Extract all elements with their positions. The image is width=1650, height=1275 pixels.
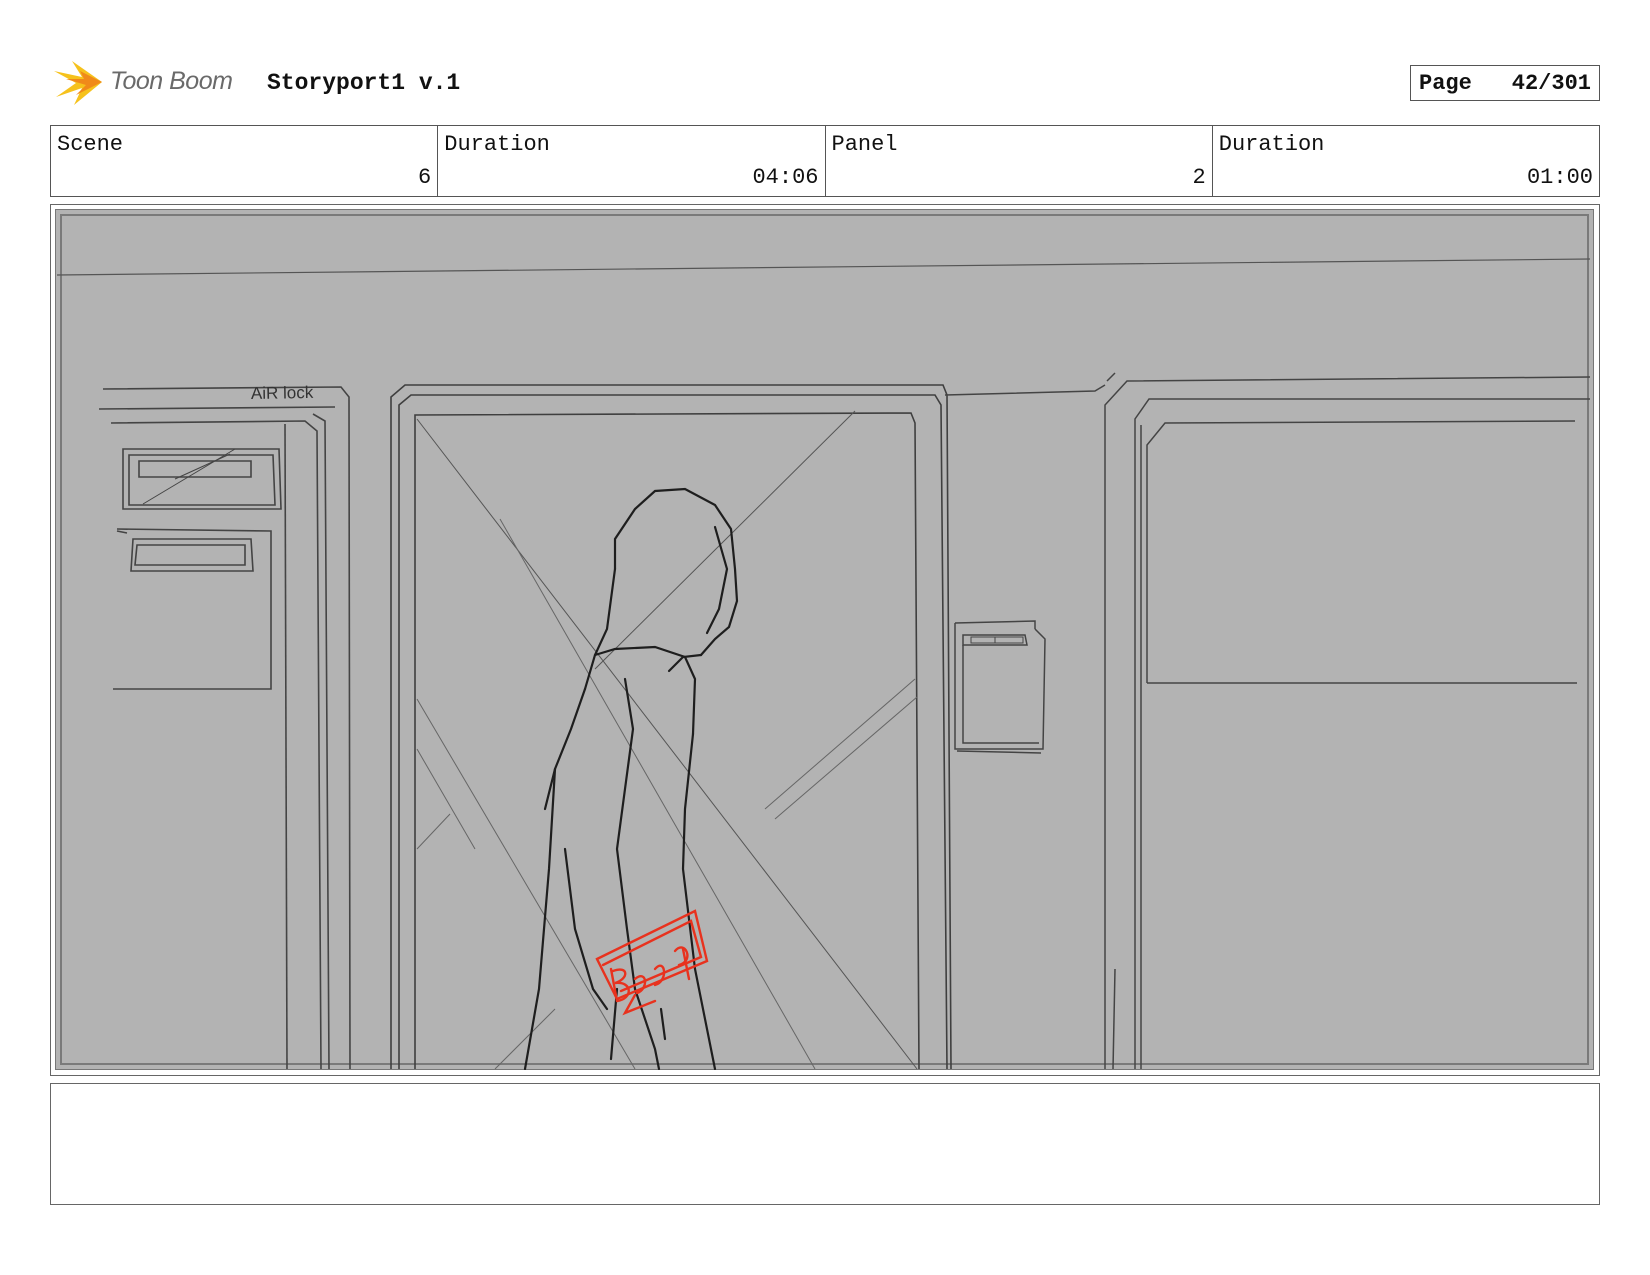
panel-info-table: Scene 6 Duration 04:06 Panel 2 Duration …	[50, 125, 1600, 197]
panel-label: Panel	[831, 132, 898, 157]
scene-duration-value: 04:06	[752, 165, 819, 190]
scene-duration-label: Duration	[444, 132, 550, 157]
scene-cell: Scene 6	[51, 126, 439, 196]
sketch-drawing: AiR lock	[55, 209, 1594, 1070]
starburst-icon	[54, 61, 102, 105]
scene-duration-cell: Duration 04:06	[438, 126, 826, 196]
panel-duration-label: Duration	[1218, 132, 1325, 157]
panel-notes-box	[50, 1083, 1600, 1205]
page-header: Toon Boom Storyport1 v.1 Page 42/301	[52, 55, 1600, 105]
logo-text: Toon Boom	[110, 67, 233, 95]
panel-duration-cell: Duration 01:00	[1213, 126, 1599, 196]
panel-cell: Panel 2	[826, 126, 1213, 196]
panel-duration-value: 01:00	[1526, 165, 1593, 190]
scene-label: Scene	[57, 132, 124, 157]
scene-value: 6	[418, 165, 432, 190]
project-title: Storyport1 v.1	[267, 70, 461, 96]
page-number: 42/301	[1511, 70, 1591, 96]
airlock-sign-text: AiR lock	[251, 383, 314, 403]
panel-value: 2	[1192, 165, 1206, 190]
toon-boom-logo: Toon Boom	[52, 57, 252, 107]
page-indicator: Page 42/301	[1410, 65, 1600, 101]
storyboard-panel-frame: AiR lock	[50, 204, 1600, 1076]
page-label: Page	[1419, 70, 1472, 96]
